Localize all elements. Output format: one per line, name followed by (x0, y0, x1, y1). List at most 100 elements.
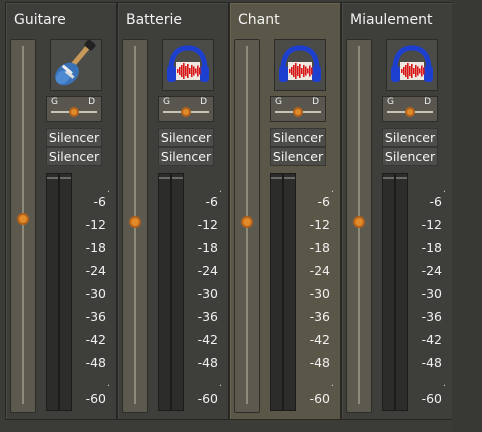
meter-scale-label: -60 (85, 391, 106, 406)
meter-scale-label: -48 (197, 355, 218, 370)
track-name[interactable]: Chant (238, 12, 280, 28)
gain-fader[interactable] (10, 39, 36, 413)
meter-scale-tick: . (106, 184, 110, 195)
fader-knob[interactable] (17, 213, 29, 225)
meter-scale-label: -6 (429, 194, 442, 209)
meter-scale-label: -6 (205, 194, 218, 209)
silence-button-2[interactable]: Silencer (46, 147, 102, 166)
meter-left-channel (270, 173, 283, 411)
track-name[interactable]: Guitare (14, 12, 66, 28)
pan-left-label: G (163, 97, 170, 107)
meter-scale-label: -18 (309, 240, 330, 255)
pan-right-label: D (424, 97, 431, 107)
meter-right-channel (395, 173, 408, 411)
pan-right-label: D (88, 97, 95, 107)
meter-scale-tick: . (442, 378, 446, 389)
pan-left-label: G (51, 97, 58, 107)
meter-scale-label: -30 (421, 286, 442, 301)
fader-knob[interactable] (353, 216, 365, 228)
pan-slider[interactable]: GD (46, 96, 102, 122)
meter-scale-label: -24 (421, 263, 442, 278)
meter-peak-cap (396, 177, 407, 179)
gain-fader[interactable] (234, 39, 260, 413)
headphones-waveform-icon[interactable] (274, 39, 326, 91)
track-strip-2[interactable]: Batterie G D Silencer Silencer -6 -12 -18 -24 -30… (117, 2, 229, 420)
track-strip-4[interactable]: Miaulement G D Silencer Silencer -6 -12 -18 -24-… (341, 2, 453, 420)
meter-scale-label: -60 (197, 391, 218, 406)
meter-scale-tick: . (330, 378, 334, 389)
meter-scale-label: -42 (309, 332, 330, 347)
track-strip-1[interactable]: Guitare G D Silencer Silencer -6 -12 -18 -24 -30-… (5, 2, 117, 420)
silence-button-2[interactable]: Silencer (270, 147, 326, 166)
pan-left-label: G (387, 97, 394, 107)
pan-right-label: D (312, 97, 319, 107)
track-name[interactable]: Batterie (126, 12, 182, 28)
mixer-board: Guitare G D Silencer Silencer -6 -12 -18 -24 -30-… (0, 0, 482, 432)
pan-slider[interactable]: GD (270, 96, 326, 122)
meter-scale-label: -18 (421, 240, 442, 255)
meter-scale-label: -48 (309, 355, 330, 370)
track-name[interactable]: Miaulement (350, 12, 433, 28)
mute-button[interactable]: Silencer (46, 128, 102, 147)
headphones-waveform-icon[interactable] (386, 39, 438, 91)
meter-scale-label: -48 (421, 355, 442, 370)
level-meter (382, 173, 410, 411)
silence-button-2[interactable]: Silencer (158, 147, 214, 166)
silence-button-2[interactable]: Silencer (382, 147, 438, 166)
meter-left-channel (382, 173, 395, 411)
pan-knob[interactable] (293, 107, 303, 117)
meter-scale-label: -36 (309, 309, 330, 324)
fader-knob[interactable] (129, 216, 141, 228)
meter-peak-cap (172, 177, 183, 179)
meter-scale-label: -42 (197, 332, 218, 347)
meter-right-channel (59, 173, 72, 411)
meter-scale-label: -6 (93, 194, 106, 209)
headphones-waveform-icon[interactable] (162, 39, 214, 91)
meter-left-channel (46, 173, 59, 411)
mute-button[interactable]: Silencer (158, 128, 214, 147)
meter-scale-label: -30 (309, 286, 330, 301)
meter-scale-label: -48 (85, 355, 106, 370)
meter-scale-label: -6 (317, 194, 330, 209)
level-meter (158, 173, 186, 411)
mute-button[interactable]: Silencer (270, 128, 326, 147)
meter-scale-label: -18 (197, 240, 218, 255)
meter-scale-label: -12 (421, 217, 442, 232)
pan-knob[interactable] (181, 107, 191, 117)
mute-button[interactable]: Silencer (382, 128, 438, 147)
pan-left-label: G (275, 97, 282, 107)
meter-scale-label: -42 (421, 332, 442, 347)
meter-peak-cap (383, 177, 394, 179)
meter-scale-label: -30 (197, 286, 218, 301)
meter-scale-tick: . (218, 184, 222, 195)
meter-scale-label: -12 (197, 217, 218, 232)
meter-scale-label: -12 (85, 217, 106, 232)
meter-scale-label: -60 (421, 391, 442, 406)
pan-knob[interactable] (69, 107, 79, 117)
level-meter (270, 173, 298, 411)
meter-scale-tick: . (218, 378, 222, 389)
pan-slider[interactable]: GD (382, 96, 438, 122)
meter-scale-tick: . (106, 378, 110, 389)
fader-track-line (22, 46, 24, 404)
meter-scale-label: -42 (85, 332, 106, 347)
meter-scale-label: -24 (197, 263, 218, 278)
meter-peak-cap (47, 177, 58, 179)
meter-peak-cap (284, 177, 295, 179)
meter-scale-label: -30 (85, 286, 106, 301)
meter-right-channel (283, 173, 296, 411)
gain-fader[interactable] (346, 39, 372, 413)
gain-fader[interactable] (122, 39, 148, 413)
track-strip-3[interactable]: Chant G D Silencer Silencer -6 -12 -18 -24 -30 -36… (229, 2, 341, 420)
pan-knob[interactable] (405, 107, 415, 117)
pan-right-label: D (200, 97, 207, 107)
fader-knob[interactable] (241, 216, 253, 228)
meter-peak-cap (159, 177, 170, 179)
meter-scale-label: -60 (309, 391, 330, 406)
pan-slider[interactable]: GD (158, 96, 214, 122)
electric-guitar-icon[interactable] (50, 39, 102, 91)
meter-scale-label: -36 (85, 309, 106, 324)
meter-scale-label: -24 (309, 263, 330, 278)
meter-scale-label: -36 (197, 309, 218, 324)
meter-right-channel (171, 173, 184, 411)
